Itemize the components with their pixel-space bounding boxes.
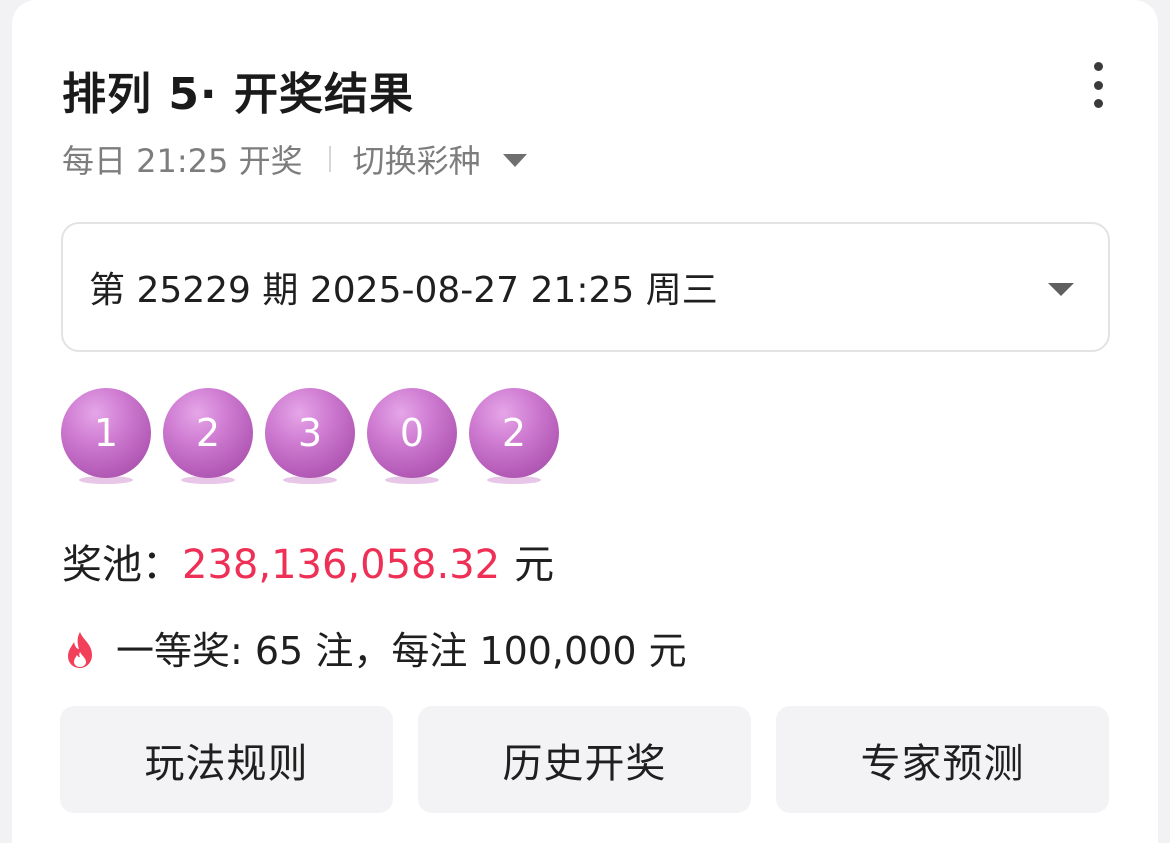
page-title: 排列 5· 开奖结果 [62,69,414,120]
first-prize-text: 一等奖: 65 注，每注 100,000 元 [116,629,687,673]
rules-button[interactable]: 玩法规则 [60,706,393,813]
expert-prediction-button[interactable]: 专家预测 [776,706,1109,813]
switch-lottery-label: 切换彩种 [352,142,481,180]
number-ball: 2 [163,388,253,478]
winning-numbers: 1 2 3 0 2 [61,388,571,488]
lottery-result-card: 排列 5· 开奖结果 每日 21:25 开奖 切换彩种 第 25229 期 20… [12,0,1158,843]
more-options-button[interactable] [1084,62,1112,108]
more-vertical-icon [1093,62,1103,71]
flame-icon [68,631,92,668]
switch-lottery-button[interactable]: 切换彩种 [353,136,527,182]
number-ball: 0 [367,388,457,478]
schedule-line: 每日 21:25 开奖 切换彩种 [62,138,527,180]
number-ball: 2 [469,388,559,478]
first-prize-info: 一等奖: 65 注，每注 100,000 元 [62,620,687,675]
draw-time-text: 每日 21:25 开奖 [62,142,303,180]
divider [328,146,331,172]
caret-down-icon [502,154,527,167]
prize-pool-amount: 238,136,058.32 [182,542,501,588]
prize-pool-unit: 元 [514,542,555,588]
period-select-value: 第 25229 期 2025-08-27 21:25 周三 [89,270,718,311]
number-ball: 1 [61,388,151,478]
prize-pool-label: 奖池： [62,542,182,588]
history-button[interactable]: 历史开奖 [418,706,751,813]
number-ball: 3 [265,388,355,478]
caret-down-icon [1048,283,1074,296]
more-vertical-icon-dot [1093,99,1103,108]
prize-pool: 奖池： 238,136,058.32 元 [62,532,554,590]
more-vertical-icon-dot [1093,80,1103,90]
period-select[interactable]: 第 25229 期 2025-08-27 21:25 周三 [61,222,1110,352]
